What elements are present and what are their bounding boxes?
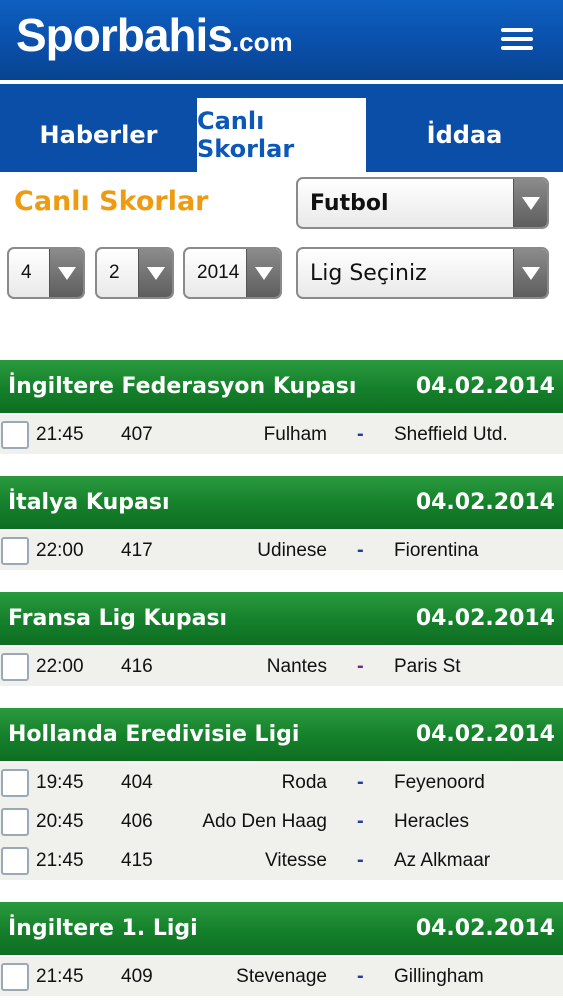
match-checkbox[interactable] bbox=[1, 421, 29, 449]
score-separator: - bbox=[357, 810, 364, 832]
tab-iddaa[interactable]: İddaa bbox=[366, 98, 563, 172]
league-name: Hollanda Eredivisie Ligi bbox=[8, 722, 300, 747]
match-checkbox[interactable] bbox=[1, 808, 29, 836]
chevron-down-icon bbox=[49, 249, 83, 297]
match-row[interactable]: 22:00 416 Nantes - Paris St bbox=[0, 647, 563, 686]
away-team: Az Alkmaar bbox=[394, 849, 491, 871]
month-select-value: 2 bbox=[109, 262, 120, 283]
chevron-down-icon bbox=[246, 249, 280, 297]
match-row[interactable]: 20:45 406 Ado Den Haag - Heracles bbox=[0, 802, 563, 841]
main-tabs: Haberler Canlı Skorlar İddaa bbox=[0, 84, 563, 172]
league-name: İngiltere Federasyon Kupası bbox=[8, 374, 357, 399]
tab-canli-skorlar[interactable]: Canlı Skorlar bbox=[197, 98, 366, 172]
home-team: Roda bbox=[281, 771, 327, 793]
away-team: Feyenoord bbox=[394, 771, 485, 793]
league-date: 04.02.2014 bbox=[415, 722, 555, 747]
match-time: 21:45 bbox=[36, 965, 84, 987]
chevron-down-icon bbox=[513, 249, 547, 297]
home-team: Vitesse bbox=[265, 849, 327, 871]
home-team: Udinese bbox=[257, 539, 327, 561]
day-select-value: 4 bbox=[21, 262, 32, 283]
page-title: Canlı Skorlar bbox=[14, 186, 209, 217]
match-row[interactable]: 19:45 404 Roda - Feyenoord bbox=[0, 763, 563, 802]
match-checkbox[interactable] bbox=[1, 769, 29, 797]
league-header[interactable]: İngiltere 1. Ligi 04.02.2014 bbox=[0, 902, 563, 955]
league-date: 04.02.2014 bbox=[415, 606, 555, 631]
league-date: 04.02.2014 bbox=[415, 916, 555, 941]
logo-domain: .com bbox=[231, 27, 293, 57]
league-header[interactable]: Hollanda Eredivisie Ligi 04.02.2014 bbox=[0, 708, 563, 761]
home-team: Nantes bbox=[266, 655, 327, 677]
day-select[interactable]: 4 bbox=[7, 247, 85, 299]
league-name: İtalya Kupası bbox=[8, 490, 170, 515]
match-row[interactable]: 21:45 415 Vitesse - Az Alkmaar bbox=[0, 841, 563, 880]
league-header[interactable]: Fransa Lig Kupası 04.02.2014 bbox=[0, 592, 563, 645]
away-team: Heracles bbox=[394, 810, 469, 832]
away-team: Sheffield Utd. bbox=[394, 423, 508, 445]
year-select[interactable]: 2014 bbox=[183, 247, 282, 299]
score-separator: - bbox=[357, 423, 364, 445]
chevron-down-icon bbox=[138, 249, 172, 297]
score-separator: - bbox=[357, 655, 364, 677]
match-time: 22:00 bbox=[36, 655, 84, 677]
home-team: Stevenage bbox=[236, 965, 327, 987]
sport-select-value: Futbol bbox=[310, 190, 389, 216]
logo-brand: Sporbahis bbox=[16, 9, 233, 61]
score-separator: - bbox=[357, 965, 364, 987]
app-header: Sporbahis.com bbox=[0, 0, 563, 80]
match-checkbox[interactable] bbox=[1, 963, 29, 991]
league-header[interactable]: İngiltere Federasyon Kupası 04.02.2014 bbox=[0, 360, 563, 413]
site-logo[interactable]: Sporbahis.com bbox=[16, 8, 293, 62]
league-select[interactable]: Lig Seçiniz bbox=[296, 247, 549, 299]
score-separator: - bbox=[357, 849, 364, 871]
tab-haberler[interactable]: Haberler bbox=[0, 98, 197, 172]
score-separator: - bbox=[357, 539, 364, 561]
match-code: 404 bbox=[121, 771, 153, 793]
match-code: 417 bbox=[121, 539, 153, 561]
match-row[interactable]: 21:45 409 Stevenage - Gillingham bbox=[0, 957, 563, 996]
year-select-value: 2014 bbox=[197, 262, 240, 283]
league-date: 04.02.2014 bbox=[415, 374, 555, 399]
league-date: 04.02.2014 bbox=[415, 490, 555, 515]
hamburger-menu-icon[interactable] bbox=[501, 28, 533, 50]
home-team: Fulham bbox=[263, 423, 327, 445]
sport-select[interactable]: Futbol bbox=[296, 177, 549, 229]
match-row[interactable]: 21:45 407 Fulham - Sheffield Utd. bbox=[0, 415, 563, 454]
match-time: 19:45 bbox=[36, 771, 84, 793]
league-header[interactable]: İtalya Kupası 04.02.2014 bbox=[0, 476, 563, 529]
league-select-value: Lig Seçiniz bbox=[310, 260, 427, 286]
league-name: İngiltere 1. Ligi bbox=[8, 916, 198, 941]
chevron-down-icon bbox=[513, 179, 547, 227]
month-select[interactable]: 2 bbox=[95, 247, 174, 299]
match-time: 20:45 bbox=[36, 810, 84, 832]
match-time: 21:45 bbox=[36, 849, 84, 871]
away-team: Paris St bbox=[394, 655, 461, 677]
match-row[interactable]: 22:00 417 Udinese - Fiorentina bbox=[0, 531, 563, 570]
score-separator: - bbox=[357, 771, 364, 793]
match-time: 22:00 bbox=[36, 539, 84, 561]
home-team: Ado Den Haag bbox=[202, 810, 327, 832]
match-code: 415 bbox=[121, 849, 153, 871]
match-checkbox[interactable] bbox=[1, 847, 29, 875]
away-team: Fiorentina bbox=[394, 539, 479, 561]
match-time: 21:45 bbox=[36, 423, 84, 445]
match-code: 406 bbox=[121, 810, 153, 832]
match-code: 416 bbox=[121, 655, 153, 677]
away-team: Gillingham bbox=[394, 965, 484, 987]
league-name: Fransa Lig Kupası bbox=[8, 606, 228, 631]
match-code: 407 bbox=[121, 423, 153, 445]
match-checkbox[interactable] bbox=[1, 653, 29, 681]
match-code: 409 bbox=[121, 965, 153, 987]
match-checkbox[interactable] bbox=[1, 537, 29, 565]
